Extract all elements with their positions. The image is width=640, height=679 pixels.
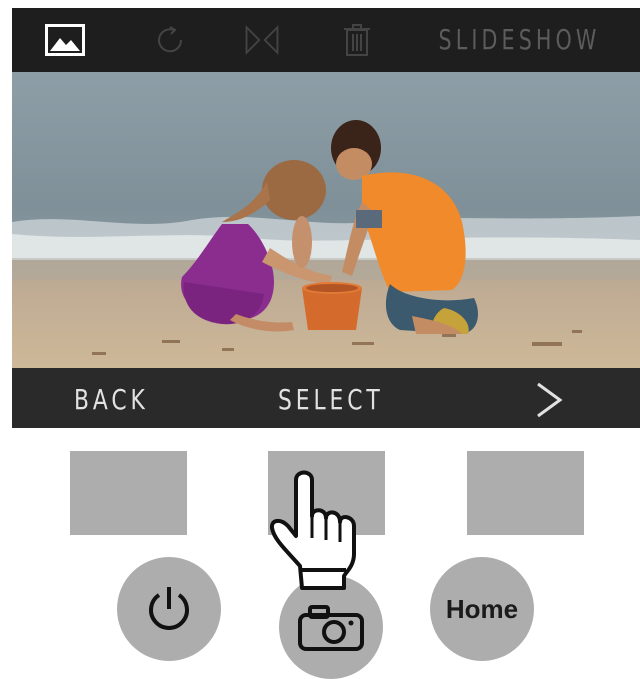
power-icon (149, 587, 189, 630)
select-button[interactable]: SELECT (278, 368, 384, 428)
home-label: Home (445, 593, 519, 624)
bucket (302, 282, 362, 330)
power-button[interactable] (117, 557, 221, 661)
home-button[interactable]: Home (430, 557, 534, 661)
right-softkey[interactable] (467, 451, 584, 535)
device-screen: SLIDESHOW BACK SELECT (12, 8, 640, 428)
flip-icon[interactable] (242, 20, 282, 60)
trash-icon[interactable] (337, 20, 377, 60)
image-icon[interactable] (45, 20, 85, 60)
back-button[interactable]: BACK (74, 368, 149, 428)
camera-icon (298, 605, 364, 651)
left-softkey[interactable] (70, 451, 187, 535)
rotate-icon[interactable] (150, 20, 190, 60)
photo-display (12, 72, 640, 368)
top-toolbar: SLIDESHOW (12, 8, 640, 72)
hand-pointer-icon (260, 466, 370, 592)
beach-photo (12, 72, 640, 368)
bottom-softkey-bar: BACK SELECT (12, 368, 640, 428)
chevron-right-icon[interactable] (532, 380, 568, 420)
slideshow-button[interactable]: SLIDESHOW (438, 8, 600, 72)
